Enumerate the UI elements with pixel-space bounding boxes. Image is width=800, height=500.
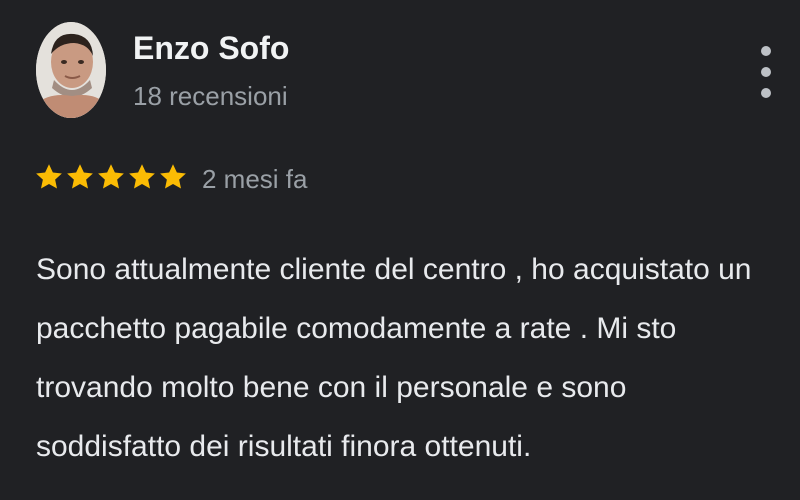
review-time-ago: 2 mesi fa <box>202 164 308 194</box>
star-rating <box>34 160 188 198</box>
review-text-line: trovando molto bene con il personale e s… <box>36 371 627 404</box>
more-vert-icon-dot <box>761 88 771 98</box>
review-text-line: soddisfatto dei risultati finora ottenut… <box>36 430 532 463</box>
star-icon <box>98 164 124 189</box>
author-name[interactable]: Enzo Sofo <box>133 28 289 68</box>
star-icon <box>129 164 155 189</box>
more-options-button[interactable] <box>748 40 784 104</box>
avatar[interactable] <box>36 22 106 118</box>
star-icon <box>67 164 93 189</box>
user-avatar-icon <box>36 22 106 118</box>
author-review-count: 18 recensioni <box>133 81 288 111</box>
more-vert-icon-dot <box>761 46 771 56</box>
review-text-line: Sono attualmente cliente del centro , ho… <box>36 253 752 286</box>
review-text-line: pacchetto pagabile comodamente a rate . … <box>36 312 677 345</box>
review-card: Enzo Sofo 18 recensioni 2 mesi fa Sono a… <box>0 0 800 500</box>
star-icon <box>36 164 62 189</box>
more-vert-icon-dot <box>761 67 771 77</box>
star-icon <box>160 164 186 189</box>
review-text: Sono attualmente cliente del centro , ho… <box>36 240 784 476</box>
